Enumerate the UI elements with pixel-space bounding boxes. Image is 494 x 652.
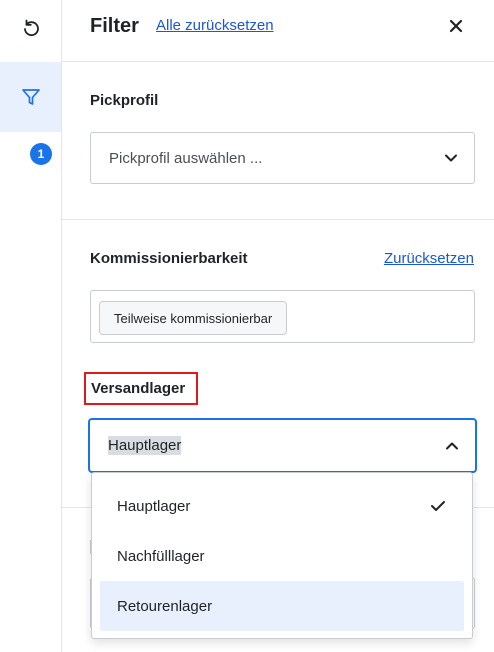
- filter-count-badge: 1: [30, 143, 52, 165]
- versandlager-select[interactable]: Hauptlager: [88, 418, 477, 473]
- pickprofil-placeholder: Pickprofil auswählen ...: [109, 149, 263, 167]
- check-icon: [431, 501, 445, 511]
- reset-all-link[interactable]: Alle zurücksetzen: [156, 17, 274, 34]
- option-label: Hauptlager: [117, 497, 191, 515]
- option-hauptlager[interactable]: Hauptlager: [100, 481, 464, 531]
- versandlager-label-highlight: Versandlager: [84, 372, 198, 405]
- chevron-down-icon: [445, 154, 457, 162]
- undo-icon: [23, 19, 39, 37]
- filter-icon: [21, 89, 40, 105]
- versandlager-dropdown: Hauptlager Nachfülllager Retourenlager: [91, 472, 473, 639]
- left-rail: 1: [0, 0, 62, 652]
- filter-app: 1 Filter Alle zurücksetzen Pickprofil Pi…: [0, 0, 494, 652]
- panel-header: Filter Alle zurücksetzen: [62, 0, 494, 62]
- kommissionierbarkeit-multiselect[interactable]: Teilweise kommissionierbar: [90, 290, 475, 343]
- versandlager-label: Versandlager: [91, 380, 186, 397]
- close-icon: [449, 19, 463, 33]
- kommissionierbarkeit-reset-link[interactable]: Zurücksetzen: [384, 250, 474, 267]
- filter-rail-button[interactable]: 1: [0, 62, 61, 165]
- kommissionierbarkeit-chip[interactable]: Teilweise kommissionierbar: [99, 301, 288, 335]
- versandlager-selected-value: Hauptlager: [108, 436, 182, 455]
- filter-panel: Filter Alle zurücksetzen Pickprofil Pick…: [62, 0, 494, 652]
- close-button[interactable]: [446, 16, 466, 36]
- section-divider: [62, 219, 494, 220]
- option-label: Retourenlager: [117, 597, 213, 615]
- pickprofil-select[interactable]: Pickprofil auswählen ...: [90, 132, 475, 184]
- option-label: Nachfülllager: [117, 547, 205, 565]
- option-nachfuelllager[interactable]: Nachfülllager: [100, 531, 464, 581]
- option-retourenlager[interactable]: Retourenlager: [100, 581, 464, 631]
- pickprofil-label: Pickprofil: [90, 92, 159, 109]
- chevron-up-icon: [446, 442, 458, 449]
- panel-title: Filter: [90, 15, 139, 37]
- kommissionierbarkeit-label: Kommissionierbarkeit: [90, 250, 248, 267]
- undo-button[interactable]: [0, 8, 61, 48]
